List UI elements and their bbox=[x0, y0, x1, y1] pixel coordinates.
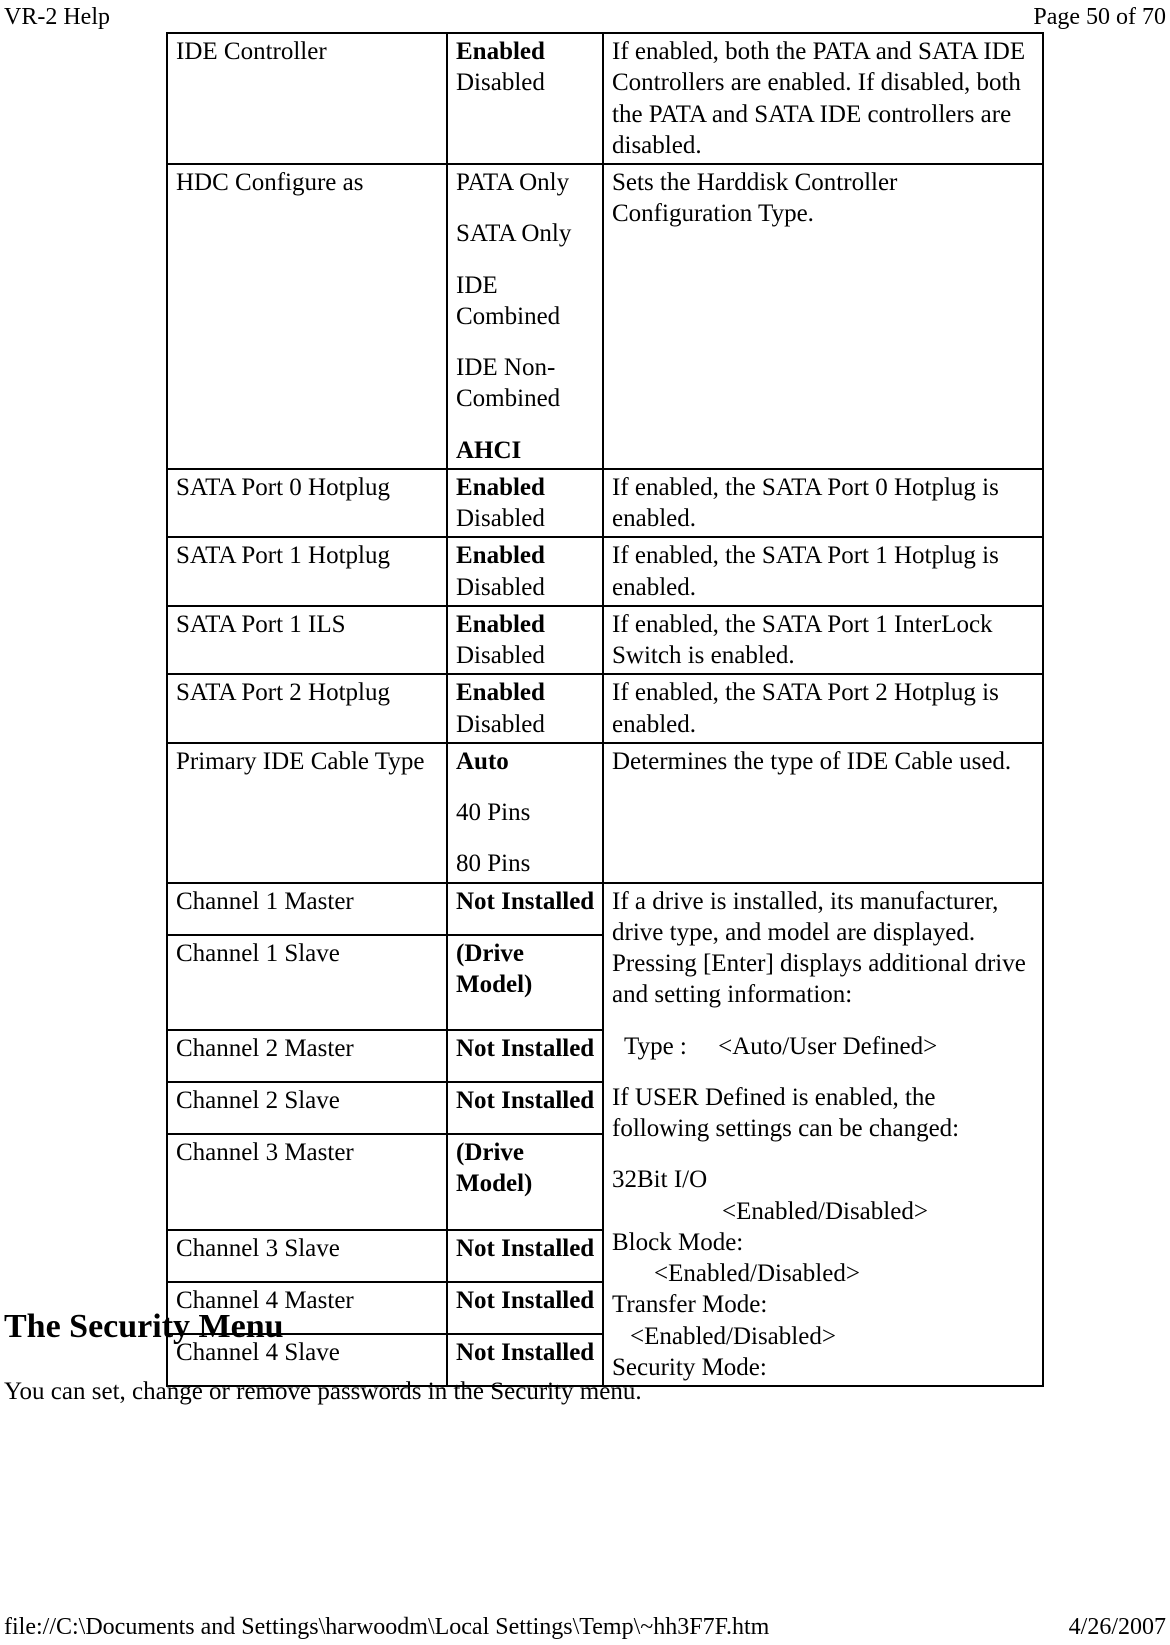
setting-value: Not Installed bbox=[447, 1230, 603, 1282]
setting-options: Enabled Disabled bbox=[447, 606, 603, 675]
option-value: Disabled bbox=[456, 709, 596, 740]
option-value: 40 Pins bbox=[456, 797, 596, 828]
setting-name: SATA Port 1 ILS bbox=[167, 606, 447, 675]
option-value: IDE Combined bbox=[456, 270, 596, 333]
setting-options: Enabled Disabled bbox=[447, 674, 603, 743]
setting-options: Enabled Disabled bbox=[447, 537, 603, 606]
setting-name: Channel 2 Master bbox=[167, 1030, 447, 1082]
setting-name: Channel 2 Slave bbox=[167, 1082, 447, 1134]
subsetting-value: <Enabled/Disabled> bbox=[612, 1321, 1036, 1352]
option-value: Disabled bbox=[456, 503, 596, 534]
setting-description: Determines the type of IDE Cable used. bbox=[603, 743, 1043, 883]
table-row: HDC Configure as PATA Only SATA Only IDE… bbox=[167, 164, 1043, 469]
option-value: Enabled bbox=[456, 36, 596, 67]
option-value: Disabled bbox=[456, 640, 596, 671]
setting-description: If enabled, the SATA Port 0 Hotplug is e… bbox=[603, 469, 1043, 538]
setting-value: Not Installed bbox=[447, 1282, 603, 1334]
table-row: SATA Port 1 Hotplug Enabled Disabled If … bbox=[167, 537, 1043, 606]
footer-date: 4/26/2007 bbox=[1069, 1614, 1166, 1641]
option-value: SATA Only bbox=[456, 218, 596, 249]
table-row: IDE Controller Enabled Disabled If enabl… bbox=[167, 33, 1043, 164]
option-value: Enabled bbox=[456, 677, 596, 708]
footer-path: file://C:\Documents and Settings\harwood… bbox=[4, 1614, 769, 1641]
setting-name: SATA Port 2 Hotplug bbox=[167, 674, 447, 743]
setting-description: Sets the Harddisk Controller Configurati… bbox=[603, 164, 1043, 469]
table-row: SATA Port 0 Hotplug Enabled Disabled If … bbox=[167, 469, 1043, 538]
setting-name: Channel 3 Slave bbox=[167, 1230, 447, 1282]
setting-name: SATA Port 0 Hotplug bbox=[167, 469, 447, 538]
setting-description: If enabled, both the PATA and SATA IDE C… bbox=[603, 33, 1043, 164]
option-value: Enabled bbox=[456, 540, 596, 571]
setting-value: Not Installed bbox=[447, 883, 603, 935]
option-value: AHCI bbox=[456, 435, 596, 466]
subsetting-name: Block Mode: bbox=[612, 1227, 1036, 1258]
setting-value: (Drive Model) bbox=[447, 1134, 603, 1230]
setting-description: If enabled, the SATA Port 1 Hotplug is e… bbox=[603, 537, 1043, 606]
type-line: Type : <Auto/User Defined> bbox=[612, 1031, 1036, 1062]
table-row: Channel 1 Master Not Installed If a driv… bbox=[167, 883, 1043, 935]
table-row: SATA Port 1 ILS Enabled Disabled If enab… bbox=[167, 606, 1043, 675]
setting-value: Not Installed bbox=[447, 1030, 603, 1082]
option-value: Disabled bbox=[456, 572, 596, 603]
table-row: SATA Port 2 Hotplug Enabled Disabled If … bbox=[167, 674, 1043, 743]
subsetting-name: 32Bit I/O bbox=[612, 1164, 1036, 1195]
setting-options: Enabled Disabled bbox=[447, 33, 603, 164]
setting-name: Primary IDE Cable Type bbox=[167, 743, 447, 883]
bios-table: IDE Controller Enabled Disabled If enabl… bbox=[166, 32, 1044, 1387]
channel-description: If a drive is installed, its manufacture… bbox=[603, 883, 1043, 1387]
setting-value: Not Installed bbox=[447, 1082, 603, 1134]
subsetting-value: <Enabled/Disabled> bbox=[612, 1258, 1036, 1289]
setting-name: Channel 1 Slave bbox=[167, 935, 447, 1031]
option-value: Auto bbox=[456, 746, 596, 777]
section-heading: The Security Menu bbox=[4, 1308, 284, 1346]
bios-table-wrapper: IDE Controller Enabled Disabled If enabl… bbox=[166, 32, 1042, 1387]
header-left: VR-2 Help bbox=[4, 4, 110, 31]
setting-options: Auto 40 Pins 80 Pins bbox=[447, 743, 603, 883]
option-value: Enabled bbox=[456, 472, 596, 503]
setting-options: PATA Only SATA Only IDE Combined IDE Non… bbox=[447, 164, 603, 469]
setting-options: Enabled Disabled bbox=[447, 469, 603, 538]
setting-name: Channel 3 Master bbox=[167, 1134, 447, 1230]
page: VR-2 Help Page 50 of 70 IDE Controller E… bbox=[0, 0, 1170, 1645]
desc-text: If USER Defined is enabled, the followin… bbox=[612, 1082, 1036, 1145]
subsetting-value: <Enabled/Disabled> bbox=[612, 1196, 1036, 1227]
subsetting-name: Transfer Mode: bbox=[612, 1289, 1036, 1320]
setting-name: IDE Controller bbox=[167, 33, 447, 164]
setting-name: Channel 1 Master bbox=[167, 883, 447, 935]
option-value: PATA Only bbox=[456, 167, 596, 198]
setting-description: If enabled, the SATA Port 2 Hotplug is e… bbox=[603, 674, 1043, 743]
section-description: You can set, change or remove passwords … bbox=[4, 1378, 642, 1406]
option-value: 80 Pins bbox=[456, 848, 596, 879]
table-row: Primary IDE Cable Type Auto 40 Pins 80 P… bbox=[167, 743, 1043, 883]
setting-value: (Drive Model) bbox=[447, 935, 603, 1031]
setting-name: SATA Port 1 Hotplug bbox=[167, 537, 447, 606]
desc-text: If a drive is installed, its manufacture… bbox=[612, 886, 1036, 1011]
option-value: Enabled bbox=[456, 609, 596, 640]
setting-description: If enabled, the SATA Port 1 InterLock Sw… bbox=[603, 606, 1043, 675]
header-right: Page 50 of 70 bbox=[1033, 4, 1166, 31]
setting-name: HDC Configure as bbox=[167, 164, 447, 469]
subsetting-name: Security Mode: bbox=[612, 1352, 1036, 1383]
option-value: Disabled bbox=[456, 67, 596, 98]
option-value: IDE Non-Combined bbox=[456, 352, 596, 415]
